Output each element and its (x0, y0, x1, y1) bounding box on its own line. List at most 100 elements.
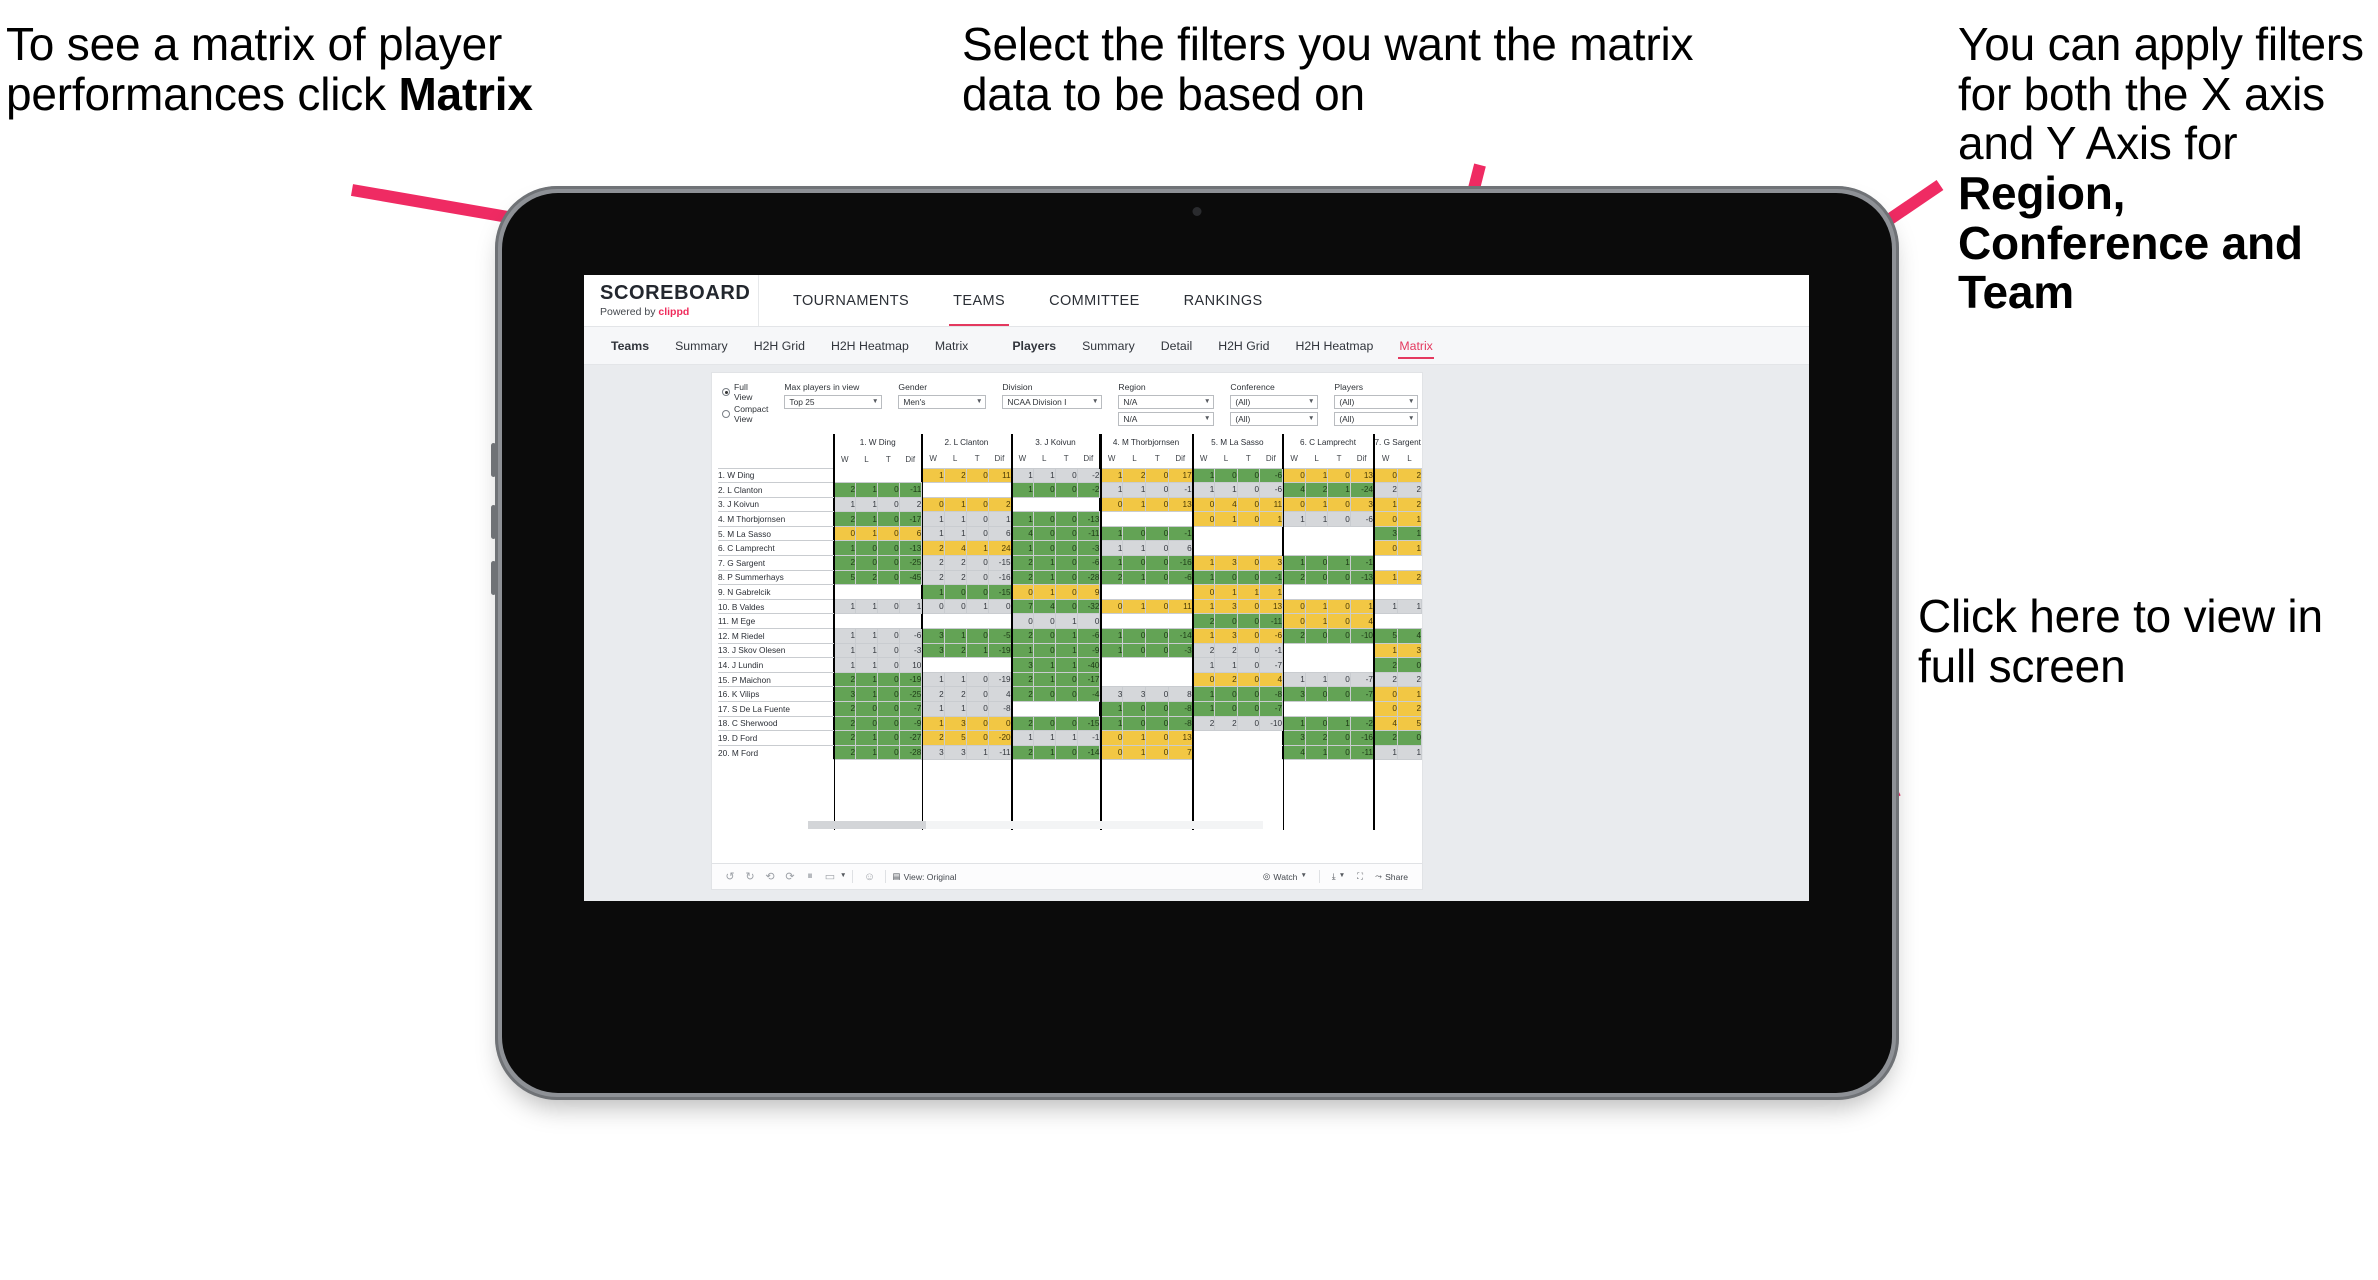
matrix-cell[interactable]: 2 (1372, 657, 1398, 673)
matrix-cell[interactable]: 0 (1122, 701, 1147, 717)
matrix-cell[interactable]: 1 (921, 525, 945, 542)
matrix-cell-empty[interactable] (1055, 701, 1078, 717)
matrix-cell[interactable]: 0 (1032, 686, 1056, 702)
matrix-cell[interactable]: 0 (1054, 540, 1078, 557)
matrix-cell[interactable]: -19 (987, 642, 1012, 659)
matrix-cell[interactable]: 1 (1282, 511, 1306, 527)
matrix-cell[interactable]: 0 (1145, 482, 1170, 498)
matrix-cell[interactable]: 2 (1282, 569, 1306, 586)
matrix-cell[interactable]: 13 (1259, 598, 1284, 615)
matrix-cell[interactable]: 2 (1010, 671, 1034, 688)
matrix-cell[interactable]: 0 (1282, 496, 1306, 513)
matrix-cell[interactable]: 4 (1010, 525, 1034, 542)
matrix-cell-empty[interactable] (877, 584, 900, 600)
matrix-cell[interactable]: 1 (1010, 540, 1034, 557)
volume-up-button[interactable] (491, 443, 496, 477)
tab-players-summary[interactable]: Summary (1069, 327, 1148, 364)
matrix-cell[interactable]: -17 (898, 511, 923, 527)
matrix-cell-empty[interactable] (877, 613, 900, 629)
matrix-cell[interactable]: -3 (1168, 642, 1193, 659)
matrix-cell-empty[interactable] (1122, 584, 1146, 600)
matrix-cell[interactable]: 0 (1032, 642, 1056, 659)
nav-item-teams[interactable]: TEAMS (931, 275, 1027, 326)
matrix-cell[interactable]: 0 (1145, 569, 1170, 586)
matrix-cell[interactable]: 0 (1236, 642, 1261, 659)
matrix-cell[interactable]: 5 (1396, 715, 1422, 732)
matrix-cell[interactable]: 4 (1372, 715, 1398, 732)
matrix-cell[interactable]: 0 (1145, 496, 1170, 513)
matrix-cell[interactable]: 2 (921, 569, 945, 586)
matrix-cell[interactable]: 1 (1099, 540, 1124, 557)
matrix-cell[interactable]: 0 (876, 642, 900, 659)
matrix-cell[interactable]: 0 (1214, 569, 1238, 586)
matrix-cell[interactable]: -4 (1076, 686, 1101, 702)
matrix-cell[interactable]: 2 (1372, 730, 1398, 746)
matrix-cell[interactable]: 1 (1259, 584, 1284, 600)
matrix-cell[interactable]: 0 (876, 540, 900, 557)
matrix-cell[interactable]: 0 (1236, 511, 1261, 527)
matrix-cell[interactable]: 0 (876, 628, 900, 644)
matrix-cell[interactable]: 0 (965, 555, 989, 571)
matrix-cell[interactable]: 0 (1122, 715, 1147, 732)
matrix-cell[interactable]: 0 (876, 686, 900, 702)
matrix-cell-empty[interactable] (1350, 657, 1374, 673)
matrix-cell-empty[interactable] (944, 657, 967, 673)
matrix-cell-empty[interactable] (1350, 540, 1374, 556)
revert-icon[interactable]: ⟲ (760, 870, 780, 883)
matrix-cell[interactable]: 0 (1214, 467, 1238, 484)
matrix-cell[interactable]: 0 (1145, 555, 1170, 571)
matrix-cell-empty[interactable] (921, 482, 945, 498)
matrix-cell[interactable]: 1 (1304, 511, 1329, 527)
matrix-cell[interactable]: -13 (1349, 569, 1374, 586)
matrix-cell-empty[interactable] (1168, 511, 1193, 527)
matrix-cell[interactable]: 1 (921, 701, 945, 717)
matrix-cell[interactable]: 1 (1032, 467, 1056, 484)
help-icon[interactable]: ☺ (859, 871, 879, 883)
matrix-cell[interactable]: 7 (1010, 598, 1034, 615)
matrix-cell-empty[interactable] (1237, 730, 1260, 746)
matrix-cell[interactable]: -10 (1349, 628, 1374, 644)
matrix-cell[interactable]: 0 (1145, 715, 1170, 732)
matrix-cell[interactable]: 1 (943, 496, 967, 513)
matrix-cell-empty[interactable] (1214, 540, 1238, 556)
matrix-cell[interactable]: 1 (1054, 628, 1078, 644)
filter-conference-select-y[interactable]: (All) ▼ (1230, 412, 1319, 426)
matrix-cell[interactable]: 1 (921, 511, 945, 527)
matrix-cell[interactable]: 5 (943, 730, 967, 746)
matrix-row-header[interactable]: 20. M Ford (718, 744, 834, 760)
matrix-cell[interactable]: 0 (876, 715, 900, 732)
nav-item-committee[interactable]: COMMITTEE (1027, 275, 1162, 326)
tab-players-h2h-heatmap[interactable]: H2H Heatmap (1282, 327, 1386, 364)
matrix-cell[interactable]: 0 (1010, 613, 1034, 630)
matrix-cell[interactable]: 2 (1282, 628, 1306, 644)
radio-full-view[interactable]: Full View (722, 382, 768, 402)
filter-players-select-x[interactable]: (All) ▼ (1334, 395, 1419, 409)
matrix-cell-empty[interactable] (1010, 701, 1034, 717)
matrix-cell[interactable]: 1 (855, 525, 878, 542)
matrix-cell[interactable]: 1 (1010, 642, 1034, 659)
matrix-cell-empty[interactable] (1372, 555, 1398, 571)
matrix-cell[interactable]: 2 (1372, 671, 1398, 688)
matrix-cell[interactable]: 3 (1099, 686, 1124, 702)
matrix-cell-empty[interactable] (1305, 701, 1328, 717)
matrix-cell[interactable]: 0 (1236, 657, 1261, 673)
matrix-cell[interactable]: 0 (1282, 613, 1306, 630)
matrix-row-header[interactable]: 17. S De La Fuente (718, 701, 834, 717)
matrix-cell[interactable]: -1 (1259, 569, 1284, 586)
matrix-cell[interactable]: 3 (943, 744, 967, 761)
matrix-cell-empty[interactable] (1397, 555, 1422, 571)
matrix-cell[interactable]: -15 (987, 555, 1012, 571)
matrix-cell[interactable]: 0 (1372, 467, 1398, 484)
matrix-cell[interactable]: 6 (1168, 540, 1193, 557)
matrix-cell[interactable]: 2 (943, 642, 967, 659)
matrix-cell[interactable]: 2 (1010, 715, 1034, 732)
matrix-cell[interactable]: 0 (1032, 628, 1056, 644)
matrix-cell[interactable]: 0 (1054, 715, 1078, 732)
matrix-cell[interactable]: 2 (943, 569, 967, 586)
matrix-cell[interactable]: 0 (876, 569, 900, 586)
matrix-cell[interactable]: -7 (898, 701, 923, 717)
matrix-cell[interactable]: 0 (876, 525, 900, 542)
matrix-cell[interactable]: 0 (965, 584, 989, 600)
matrix-cell[interactable]: 1 (1122, 496, 1147, 513)
matrix-cell[interactable]: -2 (1349, 715, 1374, 732)
